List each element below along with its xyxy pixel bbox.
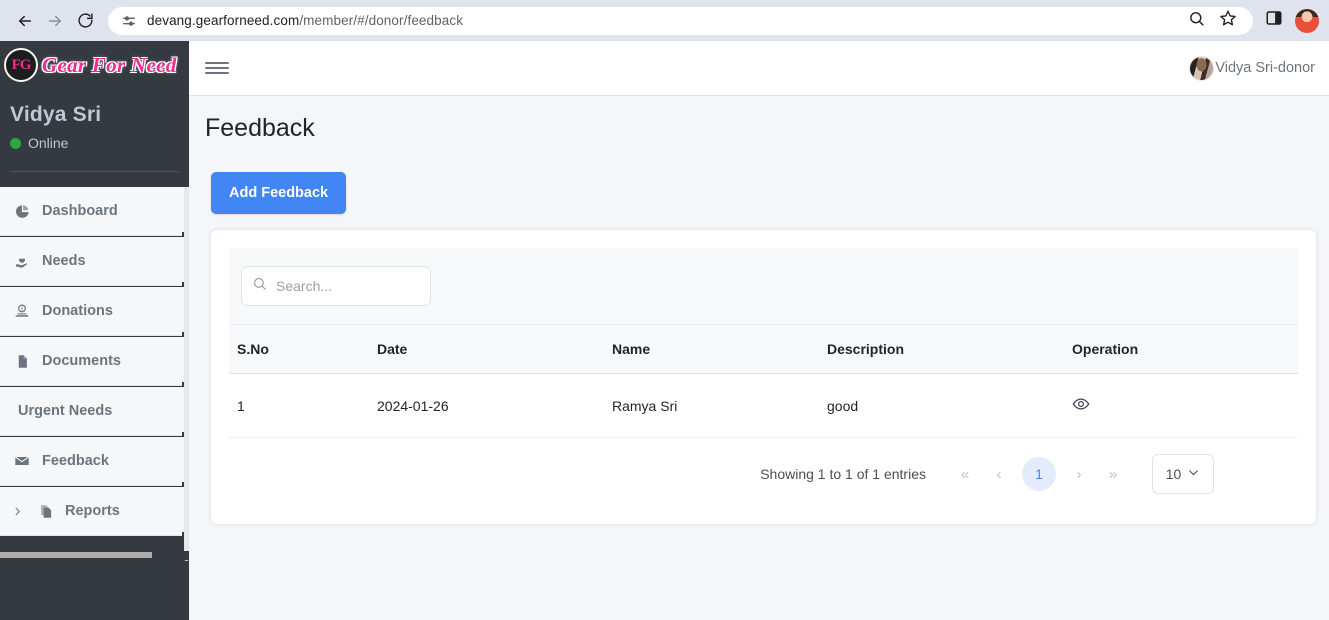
envelope-icon (12, 453, 32, 469)
sidebar-item-dashboard[interactable]: Dashboard (0, 187, 189, 236)
omnibox-search-button[interactable] (1181, 6, 1211, 36)
pagination-first-button[interactable]: « (948, 457, 982, 491)
column-header-description[interactable]: Description (819, 325, 1064, 374)
sidebar-item-urgent-needs[interactable]: Urgent Needs (0, 387, 189, 436)
sidebar-horizontal-scrollbar-thumb[interactable] (0, 552, 152, 558)
pagination-last-button[interactable]: » (1096, 457, 1130, 491)
app-page: FG Gear For Need Vidya Sri Online Dashbo… (0, 41, 1329, 620)
document-icon (12, 354, 32, 369)
hand-heart-icon (12, 253, 32, 269)
sidebar-item-reports[interactable]: Reports (0, 487, 189, 536)
table-head: S.No Date Name Description Operation (229, 325, 1298, 374)
sidebar-item-feedback[interactable]: Feedback (0, 437, 189, 486)
user-avatar-icon (1189, 55, 1215, 81)
brand-name: Gear For Need (42, 52, 177, 77)
search-icon (1188, 10, 1205, 32)
sidebar-nav: Dashboard Needs $ Donations Documents Ur… (0, 187, 189, 597)
pagination-next-button[interactable]: › (1062, 457, 1096, 491)
chevron-right-icon (12, 506, 25, 517)
sidebar-divider (10, 171, 179, 172)
profile-avatar-icon[interactable] (1295, 8, 1319, 33)
topbar-user-label: Vidya Sri-donor (1215, 60, 1315, 76)
topbar-user[interactable]: Vidya Sri-donor (1189, 55, 1315, 81)
reload-icon (77, 12, 94, 29)
sidebar-item-documents[interactable]: Documents (0, 337, 189, 386)
brand-badge-icon: FG (4, 48, 38, 82)
eye-icon (1072, 398, 1090, 416)
pie-chart-icon (12, 204, 32, 219)
sidebar-item-label: Reports (65, 503, 120, 519)
brand-logo[interactable]: FG Gear For Need (0, 41, 189, 89)
sidebar-item-label: Needs (42, 253, 86, 269)
column-header-name[interactable]: Name (604, 325, 819, 374)
search-icon (252, 276, 267, 296)
brand-monogram: FG (11, 56, 32, 73)
hamburger-icon[interactable] (205, 56, 229, 80)
tune-icon[interactable] (118, 10, 140, 32)
browser-toolbar: devang.gearforneed.com/member/#/donor/fe… (0, 0, 1329, 41)
back-arrow-icon (16, 12, 34, 30)
cell-date: 2024-01-26 (369, 373, 604, 438)
star-icon (1219, 9, 1237, 32)
url-text: devang.gearforneed.com/member/#/donor/fe… (147, 13, 463, 28)
search-input[interactable] (276, 278, 420, 294)
copy-icon (35, 504, 55, 519)
column-header-operation[interactable]: Operation (1064, 325, 1298, 374)
sidebar-item-label: Urgent Needs (18, 403, 113, 419)
forward-arrow-icon (46, 12, 64, 30)
table-header-row: S.No Date Name Description Operation (229, 325, 1298, 374)
donate-icon: $ (12, 303, 32, 319)
bookmark-button[interactable] (1213, 6, 1243, 36)
url-domain: devang.gearforneed.com (147, 13, 300, 28)
sidebar-item-label: Donations (42, 303, 113, 319)
sidebar-item-label: Dashboard (42, 203, 118, 219)
search-box[interactable] (241, 266, 431, 306)
sidebar: FG Gear For Need Vidya Sri Online Dashbo… (0, 41, 189, 620)
pagination-page-1[interactable]: 1 (1022, 457, 1056, 491)
sidebar-user-status: Online (10, 135, 189, 151)
view-feedback-button[interactable] (1072, 395, 1090, 416)
table-row: 1 2024-01-26 Ramya Sri good (229, 373, 1298, 438)
pagination-info: Showing 1 to 1 of 1 entries (760, 466, 926, 482)
cell-operation (1064, 373, 1298, 438)
sidebar-user-block: Vidya Sri Online (0, 89, 189, 161)
cell-sno: 1 (229, 373, 369, 438)
sidebar-item-label: Documents (42, 353, 121, 369)
sidebar-status-label: Online (28, 135, 69, 151)
chevron-down-icon (1187, 466, 1200, 482)
feedback-card: S.No Date Name Description Operation 1 2… (211, 230, 1316, 524)
column-header-date[interactable]: Date (369, 325, 604, 374)
sidebar-item-needs[interactable]: Needs (0, 237, 189, 286)
top-navbar: Vidya Sri-donor (189, 41, 1329, 96)
table-body: 1 2024-01-26 Ramya Sri good (229, 373, 1298, 438)
main-area: Vidya Sri-donor Feedback Add Feedback Se… (189, 41, 1329, 620)
page-size-value: 10 (1165, 466, 1182, 482)
feedback-table: S.No Date Name Description Operation 1 2… (229, 325, 1298, 438)
pagination: Showing 1 to 1 of 1 entries « ‹ 1 › » 10 (229, 438, 1298, 506)
side-panel-button[interactable] (1259, 6, 1289, 36)
add-feedback-button[interactable]: Add Feedback (211, 172, 347, 214)
table-toolbar (229, 248, 1298, 325)
url-path: /member/#/donor/feedback (299, 13, 464, 28)
pagination-prev-button[interactable]: ‹ (982, 457, 1016, 491)
address-bar[interactable]: devang.gearforneed.com/member/#/donor/fe… (108, 6, 1253, 36)
content-header: Feedback (189, 96, 1329, 157)
reload-button[interactable] (70, 6, 100, 36)
online-dot-icon (10, 137, 21, 149)
side-panel-icon (1265, 9, 1283, 32)
cell-description: good (819, 373, 1064, 438)
page-title: Feedback (205, 114, 315, 142)
sidebar-user-name: Vidya Sri (10, 103, 102, 126)
cell-name: Ramya Sri (604, 373, 819, 438)
forward-button[interactable] (40, 6, 70, 36)
page-size-select[interactable]: 10 (1152, 454, 1214, 494)
sidebar-item-label: Feedback (42, 453, 109, 469)
column-header-sno[interactable]: S.No (229, 325, 369, 374)
content-body: Add Feedback S.No Date (189, 157, 1329, 524)
back-button[interactable] (10, 6, 40, 36)
sidebar-item-donations[interactable]: $ Donations (0, 287, 189, 336)
